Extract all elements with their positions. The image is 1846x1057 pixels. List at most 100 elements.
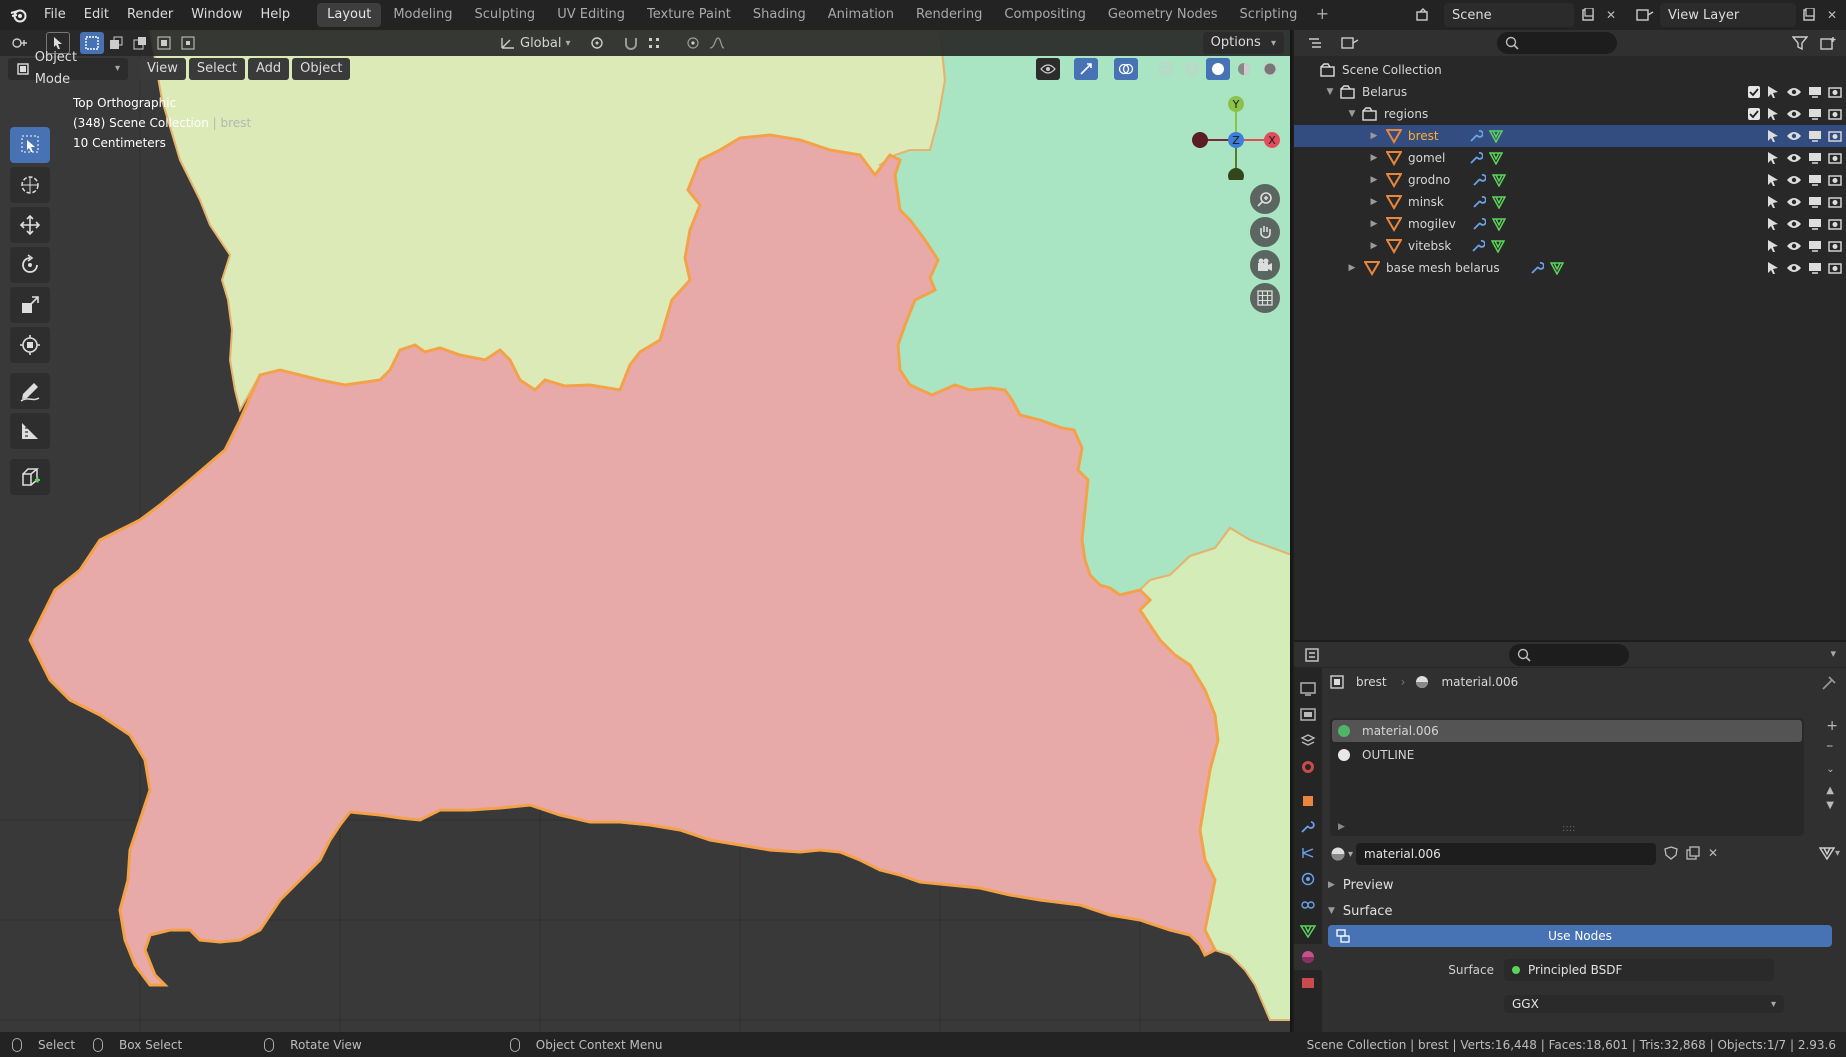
select-invert-icon[interactable] [152,32,176,54]
monitor-icon[interactable] [1808,86,1822,98]
eye-icon[interactable] [1786,174,1802,186]
tab-render-icon[interactable] [1294,676,1322,702]
selectable-arrow-icon[interactable] [1766,107,1780,121]
render-camera-icon[interactable] [1828,108,1842,120]
navigation-gizmo[interactable]: Y X Z [1188,90,1280,180]
tab-texture-icon[interactable] [1294,970,1322,996]
eye-icon[interactable] [1786,218,1802,230]
expand-triangle-icon[interactable]: ▼ [1324,87,1336,97]
material-shading-icon[interactable] [1232,58,1256,80]
tab-animation[interactable]: Animation [818,3,904,27]
chevron-down-icon[interactable]: ⌄ [1826,764,1838,775]
mesh-data-icon[interactable] [1491,195,1506,209]
tab-shading[interactable]: Shading [743,3,816,27]
outliner-row-minsk[interactable]: ▶ minsk [1294,191,1846,213]
render-camera-icon[interactable] [1828,196,1842,208]
menu-object[interactable]: Object [292,58,351,80]
use-nodes-button[interactable]: Use Nodes [1328,925,1832,947]
remove-slot-button[interactable]: – [1826,738,1838,754]
mode-dropdown[interactable]: Object Mode ▾ [8,50,128,87]
close-scene-icon[interactable]: ✕ [1600,4,1622,26]
rendered-shading-icon[interactable] [1258,58,1282,80]
wrench-modifier-icon[interactable] [1471,239,1486,253]
monitor-icon[interactable] [1808,174,1822,186]
pivot-point-icon[interactable] [585,32,609,54]
selectable-arrow-icon[interactable] [1766,129,1780,143]
panel-preview-header[interactable]: ▶ Preview [1328,873,1394,897]
surface-shader-field[interactable]: Principled BSDF [1504,959,1774,981]
gizmo-neg-x-axis[interactable] [1192,132,1208,148]
tab-scripting[interactable]: Scripting [1230,3,1308,27]
wrench-modifier-icon[interactable] [1530,261,1544,275]
blender-logo-icon[interactable] [9,5,29,25]
exclude-checkbox[interactable] [1748,108,1760,120]
selectable-arrow-icon[interactable] [1766,85,1780,99]
outliner-scene-collection[interactable]: Scene Collection [1294,59,1846,81]
new-collection-icon[interactable] [1816,32,1840,54]
outliner-row-brest[interactable]: ▶ brest [1294,125,1846,147]
tab-output-icon[interactable] [1294,702,1322,728]
add-workspace-button[interactable]: + [1311,4,1333,26]
panel-surface-header[interactable]: ▼ Surface [1328,899,1392,923]
outliner-row-gomel[interactable]: ▶ gomel [1294,147,1846,169]
tab-compositing[interactable]: Compositing [994,3,1096,27]
transform-tool-button[interactable] [10,327,50,363]
view-layer-icon[interactable] [1634,4,1656,26]
outliner-row-belarus[interactable]: ▼ Belarus [1294,81,1846,103]
tweak-tool-button[interactable] [10,127,50,163]
solid-shading-icon[interactable] [1206,58,1230,80]
exclude-checkbox[interactable] [1748,86,1760,98]
chevron-down-icon[interactable]: ▾ [1830,647,1836,660]
tab-particles-icon[interactable] [1294,840,1322,866]
wrench-modifier-icon[interactable] [1472,195,1486,209]
add-cube-tool-button[interactable] [10,459,50,495]
camera-view-button[interactable] [1250,250,1280,280]
monitor-icon[interactable] [1808,262,1822,274]
tab-modeling[interactable]: Modeling [383,3,462,27]
mesh-data-icon[interactable] [1491,239,1506,253]
options-dropdown[interactable]: Options ▾ [1202,32,1284,54]
render-camera-icon[interactable] [1828,240,1842,252]
selectable-arrow-icon[interactable] [1766,173,1780,187]
menu-edit[interactable]: Edit [75,3,118,27]
tab-geometry-nodes[interactable]: Geometry Nodes [1098,3,1228,27]
zoom-view-button[interactable] [1250,184,1280,214]
menu-render[interactable]: Render [118,3,182,27]
distribution-dropdown[interactable]: GGX ▾ [1504,995,1784,1013]
move-up-icon[interactable]: ▲ [1826,785,1838,796]
menu-file[interactable]: File [35,3,75,27]
eye-icon[interactable] [1786,152,1802,164]
annotate-tool-button[interactable] [10,373,50,409]
tab-uv-editing[interactable]: UV Editing [547,3,635,27]
display-mode-icon[interactable] [1338,32,1362,54]
view-layer-field[interactable]: View Layer [1660,3,1796,27]
move-down-icon[interactable]: ▼ [1826,800,1838,811]
move-tool-button[interactable] [10,207,50,243]
monitor-icon[interactable] [1808,130,1822,142]
snap-toggle-icon[interactable] [619,32,643,54]
outliner-row-grodno[interactable]: ▶ grodno [1294,169,1846,191]
monitor-icon[interactable] [1808,108,1822,120]
collapse-triangle-icon[interactable]: ▶ [1338,822,1345,832]
wrench-modifier-icon[interactable] [1472,173,1487,187]
editor-type-icon[interactable] [8,32,32,54]
eye-icon[interactable] [1786,130,1802,142]
gizmo-neg-y-axis[interactable] [1228,168,1244,180]
collapse-triangle-icon[interactable]: ▶ [1368,197,1380,207]
selectable-arrow-icon[interactable] [1766,239,1780,253]
tab-layout[interactable]: Layout [317,3,382,27]
tab-material-icon[interactable] [1294,944,1322,970]
selectable-arrow-icon[interactable] [1766,261,1780,275]
collapse-triangle-icon[interactable]: ▶ [1368,175,1380,185]
collapse-triangle-icon[interactable]: ▶ [1368,241,1380,251]
collapse-triangle-icon[interactable]: ▶ [1368,131,1380,141]
scene-selector-icon[interactable] [1414,4,1436,26]
rotate-tool-button[interactable] [10,247,50,283]
collapse-triangle-icon[interactable]: ▶ [1368,219,1380,229]
render-camera-icon[interactable] [1828,130,1842,142]
xray-toggle-icon[interactable] [1154,58,1178,80]
filter-icon[interactable] [1788,32,1812,54]
mesh-filter-dropdown[interactable]: ▾ [1818,846,1840,860]
wrench-modifier-icon[interactable] [1469,129,1483,143]
selectable-arrow-icon[interactable] [1766,195,1780,209]
